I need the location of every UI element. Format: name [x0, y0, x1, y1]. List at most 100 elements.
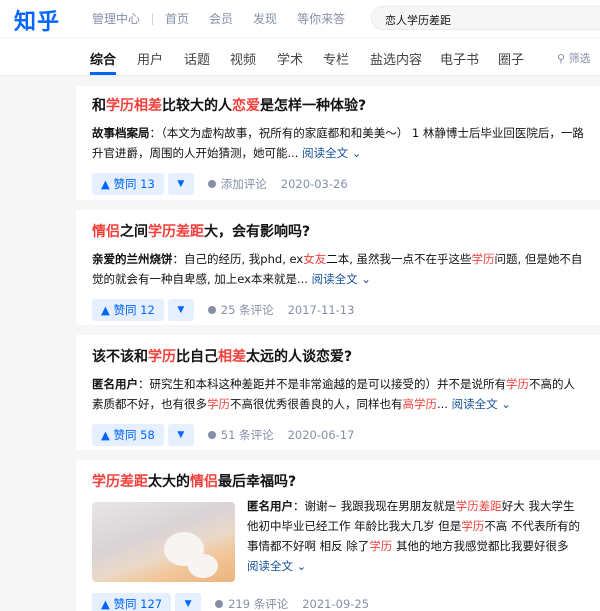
nav-waiting-answers[interactable]: 等你来答	[297, 10, 345, 27]
result-date: 2017-11-13	[287, 303, 355, 317]
triangle-up-icon: ▲	[101, 177, 114, 191]
highlight-keyword: 恋爱	[232, 98, 260, 114]
read-more-link[interactable]: 阅读全文 ⌄	[312, 272, 371, 286]
result-title[interactable]: 学历差距太大的情侣最后幸福吗?	[92, 472, 584, 492]
triangle-up-icon: ▲	[101, 303, 114, 317]
text-segment: ...	[437, 397, 448, 411]
result-card: 学历差距太大的情侣最后幸福吗? 匿名用户：谢谢~ 我跟我现在男朋友就是学历差距好…	[76, 460, 600, 611]
result-author[interactable]: 故事档案局	[92, 126, 150, 140]
comment-button[interactable]: 51 条评论	[207, 427, 274, 443]
text-segment: 比较大的人	[162, 98, 232, 114]
result-title[interactable]: 和学历相差比较大的人恋爱是怎样一种体验?	[92, 96, 584, 116]
tab-topics[interactable]: 话题	[184, 49, 210, 68]
upvote-label: 赞同 58	[113, 428, 155, 442]
text-segment: 不高很优秀很善良的人，同样也有	[230, 397, 403, 411]
result-date: 2021-09-25	[302, 597, 370, 611]
result-excerpt[interactable]: 匿名用户：谢谢~ 我跟我现在男朋友就是学历差距好大 我大学生 他初中毕业已经工作…	[247, 496, 587, 576]
comment-button[interactable]: 25 条评论	[207, 302, 274, 318]
result-author[interactable]: 匿名用户	[92, 377, 138, 391]
result-card: 该不该和学历比自己相差太远的人谈恋爱? 匿名用户：研究生和本科这种差距并不是非常…	[76, 335, 600, 450]
text-segment: ：自己的经历, 我phd, ex	[172, 252, 304, 266]
result-date: 2020-03-26	[280, 177, 348, 191]
tab-ebooks[interactable]: 电子书	[440, 49, 479, 68]
result-title[interactable]: 情侣之间学历差距大，会有影响吗?	[92, 222, 584, 242]
highlight-keyword: 学历差距	[455, 499, 502, 513]
nav-membership[interactable]: 会员	[209, 10, 233, 27]
read-more-link[interactable]: 阅读全文 ⌄	[452, 397, 511, 411]
upvote-button[interactable]: ▲ 赞同 13	[92, 173, 164, 195]
read-more-link[interactable]: 阅读全文 ⌄	[302, 146, 361, 160]
comment-label: 添加评论	[220, 177, 267, 191]
highlight-keyword: 学历	[207, 397, 230, 411]
highlight-keyword: 相差	[218, 349, 246, 365]
text-segment: ：研究生和本科这种差距并不是非常逾越的是可以接受的）并不是说所有	[138, 377, 506, 391]
comment-icon	[207, 431, 216, 439]
tab-columns[interactable]: 专栏	[323, 49, 349, 68]
text-segment: 大，会有影响吗?	[204, 224, 311, 240]
result-date: 2020-06-17	[287, 428, 355, 442]
upvote-button[interactable]: ▲ 赞同 127	[92, 593, 172, 611]
upvote-label: 赞同 13	[113, 177, 155, 191]
highlight-keyword: 学历差距	[148, 224, 204, 240]
nav-divider	[152, 12, 154, 25]
highlight-keyword: 学历	[461, 519, 485, 533]
result-actions: ▲ 赞同 127 ▼ 219 条评论 2021-09-25	[92, 593, 369, 611]
result-author[interactable]: 亲爱的兰州烧饼	[92, 252, 173, 266]
tab-academic[interactable]: 学术	[277, 49, 303, 68]
downvote-button[interactable]: ▼	[167, 299, 194, 321]
tab-circles[interactable]: 圈子	[498, 49, 524, 68]
comment-label: 219 条评论	[228, 597, 289, 611]
triangle-up-icon: ▲	[101, 428, 114, 442]
filter-icon: ⚲	[557, 52, 569, 65]
filter-label: 筛选	[568, 52, 591, 65]
result-card: 情侣之间学历差距大，会有影响吗? 亲爱的兰州烧饼：自己的经历, 我phd, ex…	[76, 210, 600, 325]
result-actions: ▲ 赞同 13 ▼ 添加评论 2020-03-26	[92, 173, 584, 195]
comment-button[interactable]: 219 条评论	[215, 596, 288, 611]
active-tab-indicator	[90, 72, 116, 75]
result-excerpt[interactable]: 故事档案局：（本文为虚构故事，祝所有的家庭都和和美美～） 1 林静博士后毕业回医…	[92, 123, 584, 163]
text-segment: 是怎样一种体验?	[260, 98, 367, 114]
excerpt-text: ：谢谢~ 我跟我现在男朋友就是学历差距好大 我大学生 他初中毕业已经工作 年龄比…	[247, 499, 580, 553]
highlight-keyword: 学历	[148, 349, 176, 365]
comment-button[interactable]: 添加评论	[207, 176, 267, 192]
read-more-label: 阅读全文	[302, 146, 349, 160]
result-excerpt[interactable]: 匿名用户：研究生和本科这种差距并不是非常逾越的是可以接受的）并不是说所有学历不高…	[92, 374, 584, 414]
top-bar: 知乎 管理中心 首页 会员 发现 等你来答 恋人学历差距	[0, 0, 600, 37]
result-title[interactable]: 该不该和学历比自己相差太远的人谈恋爱?	[92, 347, 584, 367]
downvote-button[interactable]: ▼	[167, 173, 194, 195]
search-input[interactable]: 恋人学历差距	[371, 6, 600, 30]
text-segment: 和	[92, 98, 106, 114]
upvote-label: 赞同 127	[113, 597, 163, 611]
tab-salt-content[interactable]: 盐选内容	[370, 49, 422, 68]
result-author[interactable]: 匿名用户	[247, 499, 293, 513]
nav-management-center[interactable]: 管理中心	[92, 10, 140, 27]
triangle-down-icon: ▼	[177, 430, 185, 440]
result-thumbnail[interactable]	[92, 502, 235, 582]
tab-videos[interactable]: 视频	[230, 49, 256, 68]
read-more-label: 阅读全文	[311, 272, 358, 286]
upvote-button[interactable]: ▲ 赞同 58	[92, 424, 164, 446]
result-excerpt[interactable]: 亲爱的兰州烧饼：自己的经历, 我phd, ex女友二本, 虽然我一点不在乎这些学…	[92, 249, 584, 289]
highlight-keyword: 情侣	[190, 474, 218, 490]
comment-label: 51 条评论	[220, 428, 274, 442]
downvote-button[interactable]: ▼	[167, 424, 194, 446]
text-segment: 最后幸福吗?	[218, 474, 297, 490]
read-more-link[interactable]: 阅读全文 ⌄	[247, 559, 306, 573]
comment-icon	[207, 306, 216, 314]
nav-discover[interactable]: 发现	[253, 10, 277, 27]
chevron-down-icon: ⌄	[361, 272, 371, 286]
nav-home[interactable]: 首页	[165, 10, 189, 27]
read-more-label: 阅读全文	[451, 397, 498, 411]
text-segment: 二本, 虽然我一点不在乎这些	[326, 252, 472, 266]
zhihu-logo[interactable]: 知乎	[14, 4, 60, 36]
upvote-button[interactable]: ▲ 赞同 12	[92, 299, 164, 321]
comment-icon	[215, 600, 224, 608]
chevron-down-icon: ⌄	[296, 559, 307, 573]
tab-users[interactable]: 用户	[137, 49, 163, 68]
highlight-keyword: 学历	[506, 377, 529, 391]
downvote-button[interactable]: ▼	[175, 593, 202, 611]
triangle-down-icon: ▼	[184, 599, 192, 609]
text-segment: 该不该和	[92, 349, 148, 365]
filter-button[interactable]: ⚲ 筛选	[557, 50, 591, 66]
tab-comprehensive[interactable]: 综合	[90, 49, 116, 68]
